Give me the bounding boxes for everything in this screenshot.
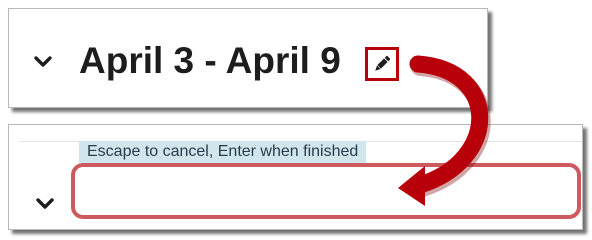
section-header-panel: April 3 - April 9 [8,8,488,108]
section-name-input[interactable] [71,163,581,219]
chevron-down-icon[interactable] [33,55,53,69]
section-edit-panel: Escape to cancel, Enter when finished [8,124,583,230]
chevron-down-icon[interactable] [35,197,55,211]
pencil-icon [375,55,391,71]
edit-title-button[interactable] [365,47,399,81]
section-title: April 3 - April 9 [79,40,341,81]
edit-hint-tooltip: Escape to cancel, Enter when finished [79,141,367,163]
